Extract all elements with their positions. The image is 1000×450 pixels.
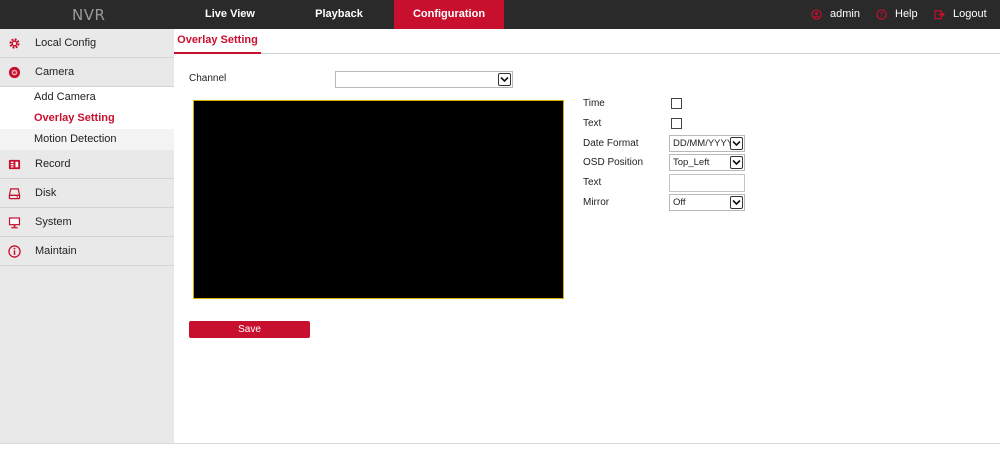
record-icon bbox=[8, 159, 21, 170]
sidebar-item-label: Maintain bbox=[35, 245, 77, 257]
top-navbar: NVR Live View Playback Configuration adm… bbox=[0, 0, 1000, 29]
osd-position-select[interactable]: Top_Left bbox=[669, 154, 745, 171]
chevron-down-icon bbox=[730, 137, 743, 150]
user-icon bbox=[811, 9, 822, 20]
chevron-down-icon bbox=[730, 156, 743, 169]
mirror-label: Mirror bbox=[583, 197, 610, 208]
monitor-icon bbox=[8, 217, 21, 229]
osd-text-input[interactable] bbox=[669, 174, 745, 192]
date-format-label: Date Format bbox=[583, 138, 639, 149]
chevron-down-icon bbox=[498, 73, 511, 86]
help-label: Help bbox=[895, 8, 918, 20]
osd-position-value: Top_Left bbox=[673, 157, 710, 168]
osd-text-label: Text bbox=[583, 177, 602, 188]
camera-icon bbox=[8, 66, 21, 79]
nvr-logo: NVR bbox=[72, 6, 106, 24]
user-menu[interactable]: admin bbox=[811, 0, 860, 29]
sidebar-item-disk[interactable]: Disk bbox=[0, 179, 174, 208]
logout-link[interactable]: Logout bbox=[934, 0, 987, 29]
gear-icon bbox=[9, 38, 20, 49]
date-format-value: DD/MM/YYYY bbox=[673, 138, 734, 149]
sidebar-item-label: Record bbox=[35, 158, 71, 170]
nav-tab-live-view[interactable]: Live View bbox=[175, 0, 285, 29]
text-label: Text bbox=[583, 118, 602, 129]
sidebar: Local Config Camera Add Camera Overlay S… bbox=[0, 29, 174, 443]
chevron-down-icon bbox=[730, 196, 743, 209]
mirror-value: Off bbox=[673, 197, 686, 208]
logout-icon bbox=[934, 10, 945, 20]
sidebar-item-label: Local Config bbox=[35, 37, 97, 49]
disk-icon bbox=[8, 188, 21, 200]
save-button[interactable]: Save bbox=[189, 321, 310, 338]
sidebar-item-system[interactable]: System bbox=[0, 208, 174, 237]
osd-position-label: OSD Position bbox=[583, 157, 644, 168]
sidebar-item-local-config[interactable]: Local Config bbox=[0, 29, 174, 58]
text-checkbox[interactable] bbox=[671, 118, 682, 129]
sidebar-item-maintain[interactable]: Maintain bbox=[0, 237, 174, 266]
sidebar-item-label: System bbox=[35, 216, 72, 228]
sidebar-subitem-motion-detection[interactable]: Motion Detection bbox=[0, 129, 174, 150]
channel-select[interactable] bbox=[335, 71, 513, 88]
nav-tab-configuration[interactable]: Configuration bbox=[394, 0, 504, 29]
settings-tabstrip: Overlay Setting bbox=[174, 29, 1000, 54]
help-link[interactable]: ? Help bbox=[876, 0, 918, 29]
sidebar-item-label: Camera bbox=[35, 66, 75, 78]
info-icon bbox=[8, 245, 21, 258]
date-format-select[interactable]: DD/MM/YYYY bbox=[669, 135, 745, 152]
sidebar-subitem-overlay-setting[interactable]: Overlay Setting bbox=[0, 108, 174, 129]
nav-tab-playback[interactable]: Playback bbox=[284, 0, 394, 29]
sidebar-item-camera[interactable]: Camera bbox=[0, 58, 174, 87]
user-label: admin bbox=[830, 8, 860, 20]
tab-overlay-setting[interactable]: Overlay Setting bbox=[174, 29, 261, 54]
help-icon: ? bbox=[876, 9, 887, 20]
logout-label: Logout bbox=[953, 8, 987, 20]
sidebar-subitem-add-camera[interactable]: Add Camera bbox=[0, 87, 174, 108]
mirror-select[interactable]: Off bbox=[669, 194, 745, 211]
sidebar-item-record[interactable]: Record bbox=[0, 150, 174, 179]
video-preview bbox=[193, 100, 564, 299]
time-checkbox[interactable] bbox=[671, 98, 682, 109]
time-label: Time bbox=[583, 98, 605, 109]
svg-text:?: ? bbox=[880, 11, 884, 19]
channel-label: Channel bbox=[189, 73, 227, 84]
bottom-divider bbox=[0, 443, 1000, 450]
sidebar-item-label: Disk bbox=[35, 187, 57, 199]
